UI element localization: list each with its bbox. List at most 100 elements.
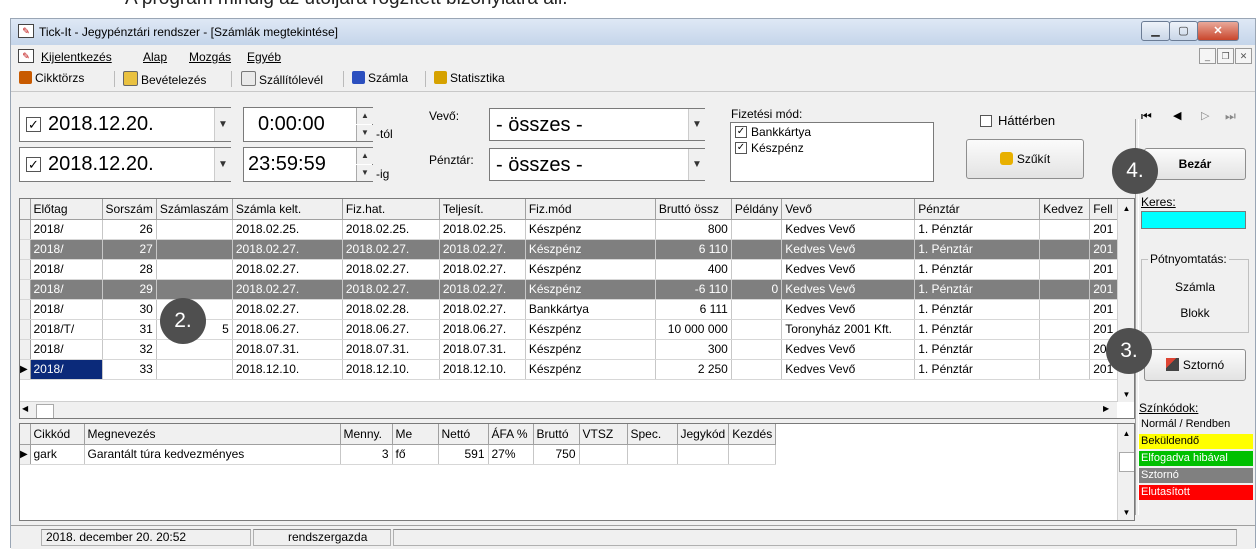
- item-column-header[interactable]: VTSZ: [579, 424, 628, 445]
- reprint-group: Pótnyomtatás: Számla Blokk: [1141, 252, 1249, 333]
- status-bar: 2018. december 20. 20:52 rendszergazda: [11, 525, 1255, 549]
- item-cell-vat: 27%: [488, 444, 534, 465]
- chevron-down-icon[interactable]: ▼: [214, 148, 231, 181]
- storno-button[interactable]: Sztornó: [1144, 349, 1246, 381]
- invoice-cell-copies: [731, 219, 783, 240]
- maximize-button[interactable]: ▢: [1169, 21, 1198, 41]
- bankcard-checkbox[interactable]: ✓: [735, 126, 747, 138]
- invoice-column-header[interactable]: Vevő: [781, 199, 916, 220]
- toolbar-receiving-button[interactable]: Bevételezés: [123, 71, 206, 87]
- row-indicator: [20, 279, 31, 300]
- invoice-cell-issued: 2018.07.31.: [232, 339, 343, 360]
- invoice-column-header[interactable]: Példány: [731, 199, 783, 220]
- background-checkbox[interactable]: [980, 115, 992, 127]
- mdi-minimize-button[interactable]: _: [1199, 48, 1216, 64]
- reprint-receipt-button[interactable]: Blokk: [1142, 306, 1248, 320]
- toolbar-statistics-button[interactable]: Statisztika: [434, 71, 505, 85]
- invoice-cell-perf: 2018.02.27.: [439, 299, 526, 320]
- item-column-header[interactable]: Spec.: [627, 424, 678, 445]
- toolbar-delivery-note-button[interactable]: Szállítólevél: [241, 71, 323, 87]
- delivery-note-icon: [241, 71, 256, 86]
- chevron-down-icon[interactable]: ▼: [688, 149, 705, 180]
- invoice-cell-perf: 2018.02.27.: [439, 279, 526, 300]
- buyer-select[interactable]: - összes - ▼: [489, 108, 705, 141]
- invoice-row[interactable]: 2018/27 2018.02.27. 2018.02.27. 2018.02.27.…: [20, 239, 1133, 260]
- scroll-up-icon[interactable]: ▲: [1118, 424, 1134, 438]
- scroll-up-icon[interactable]: ▲: [1118, 199, 1134, 213]
- date-from-picker[interactable]: ✓ 2018.12.20. ▼: [19, 107, 231, 142]
- nav-prev-icon[interactable]: ◀: [1173, 109, 1181, 122]
- spin-down-icon[interactable]: ▼: [356, 165, 373, 181]
- row-indicator: [20, 239, 31, 260]
- invoice-cell-pay: Készpénz: [525, 339, 656, 360]
- item-column-header[interactable]: Megnevezés: [84, 424, 341, 445]
- narrow-button[interactable]: Szűkít: [966, 139, 1084, 179]
- scroll-down-icon[interactable]: ▼: [1118, 508, 1134, 517]
- menu-other[interactable]: Egyéb: [247, 50, 281, 64]
- invoice-row[interactable]: 2018/28 2018.02.27. 2018.02.27. 2018.02.27.…: [20, 259, 1133, 280]
- hscroll-thumb[interactable]: [36, 404, 54, 418]
- menu-basic[interactable]: Alap: [143, 50, 167, 64]
- spin-up-icon[interactable]: ▲: [356, 148, 373, 164]
- register-select[interactable]: - összes - ▼: [489, 148, 705, 181]
- item-column-header[interactable]: Cikkód: [30, 424, 85, 445]
- scroll-down-icon[interactable]: ▼: [1118, 390, 1134, 399]
- date-from-checkbox[interactable]: ✓: [26, 117, 41, 132]
- invoice-column-header[interactable]: Pénztár: [914, 199, 1041, 220]
- item-column-header[interactable]: Bruttó: [533, 424, 580, 445]
- mdi-close-button[interactable]: ✕: [1235, 48, 1252, 64]
- invoice-column-header[interactable]: Előtag: [30, 199, 103, 220]
- search-input[interactable]: [1141, 211, 1246, 229]
- invoice-column-header[interactable]: Kedvez: [1039, 199, 1091, 220]
- cash-checkbox[interactable]: ✓: [735, 142, 747, 154]
- item-column-header[interactable]: Nettó: [438, 424, 489, 445]
- time-to-field[interactable]: 23:59:59 ▲ ▼: [243, 147, 373, 182]
- item-column-header[interactable]: Menny.: [340, 424, 393, 445]
- item-column-header[interactable]: Jegykód: [677, 424, 730, 445]
- invoice-row[interactable]: ▶ 2018/33 2018.12.10. 2018.12.10. 2018.12.10…: [20, 359, 1133, 380]
- invoice-column-header[interactable]: Számla kelt.: [232, 199, 343, 220]
- invoice-cell-pay: Bankkártya: [525, 299, 656, 320]
- invoice-column-header[interactable]: Bruttó össz: [655, 199, 732, 220]
- invoice-row[interactable]: 2018/26 2018.02.25. 2018.02.25. 2018.02.25.…: [20, 219, 1133, 240]
- invoice-row[interactable]: 2018/29 2018.02.27. 2018.02.27. 2018.02.27.…: [20, 279, 1133, 300]
- mdi-restore-button[interactable]: ❐: [1217, 48, 1234, 64]
- nav-first-icon[interactable]: ⏮: [1141, 109, 1152, 124]
- menu-logout[interactable]: Kijelentkezés: [41, 50, 112, 64]
- reprint-invoice-button[interactable]: Számla: [1142, 280, 1248, 294]
- toolbar-items-button[interactable]: Cikktörzs: [19, 71, 84, 85]
- item-column-header[interactable]: Me: [392, 424, 439, 445]
- invoice-cell-issued: 2018.06.27.: [232, 319, 343, 340]
- invoice-cell-register: 1. Pénztár: [914, 319, 1041, 340]
- items-vscrollbar[interactable]: ▲ ▼: [1117, 424, 1134, 520]
- invoice-cell-disc: [1039, 239, 1091, 260]
- close-window-button[interactable]: ✕: [1197, 21, 1239, 41]
- spin-down-icon[interactable]: ▼: [356, 125, 373, 141]
- invoice-column-header[interactable]: Fiz.hat.: [342, 199, 440, 220]
- chevron-down-icon[interactable]: ▼: [688, 109, 705, 140]
- invoice-column-header[interactable]: Fiz.mód: [525, 199, 656, 220]
- minimize-button[interactable]: ▁: [1141, 21, 1170, 41]
- invoice-column-header[interactable]: Teljesít.: [439, 199, 526, 220]
- nav-last-icon[interactable]: ⏭: [1225, 109, 1236, 124]
- date-to-picker[interactable]: ✓ 2018.12.20. ▼: [19, 147, 231, 182]
- vscroll-thumb[interactable]: [1119, 452, 1134, 472]
- chevron-down-icon[interactable]: ▼: [214, 108, 231, 141]
- payment-list[interactable]: ✓ Bankkártya ✓ Készpénz: [730, 122, 934, 182]
- item-column-header[interactable]: Kezdés: [728, 424, 777, 445]
- invoice-cell-perf: 2018.02.27.: [439, 239, 526, 260]
- time-from-field[interactable]: 0:00:00 ▲ ▼: [243, 107, 373, 142]
- invoice-column-header[interactable]: Sorszám: [102, 199, 157, 220]
- close-view-button[interactable]: Bezár: [1144, 148, 1246, 180]
- toolbar-invoice-button[interactable]: Számla: [352, 71, 408, 85]
- spin-up-icon[interactable]: ▲: [356, 108, 373, 124]
- menu-movement[interactable]: Mozgás: [189, 50, 231, 64]
- item-row[interactable]: ▶ gark Garantált túra kedvezményes 3 fő 591 27…: [20, 444, 777, 465]
- date-to-checkbox[interactable]: ✓: [26, 157, 41, 172]
- invoices-hscrollbar[interactable]: ◀ ▶: [20, 401, 1117, 418]
- scroll-right-icon[interactable]: ▶: [1103, 404, 1109, 413]
- nav-next-icon[interactable]: ▷: [1201, 109, 1209, 122]
- invoice-column-header[interactable]: Számlaszám: [156, 199, 233, 220]
- item-column-header[interactable]: ÁFA %: [488, 424, 534, 445]
- scroll-left-icon[interactable]: ◀: [22, 404, 28, 413]
